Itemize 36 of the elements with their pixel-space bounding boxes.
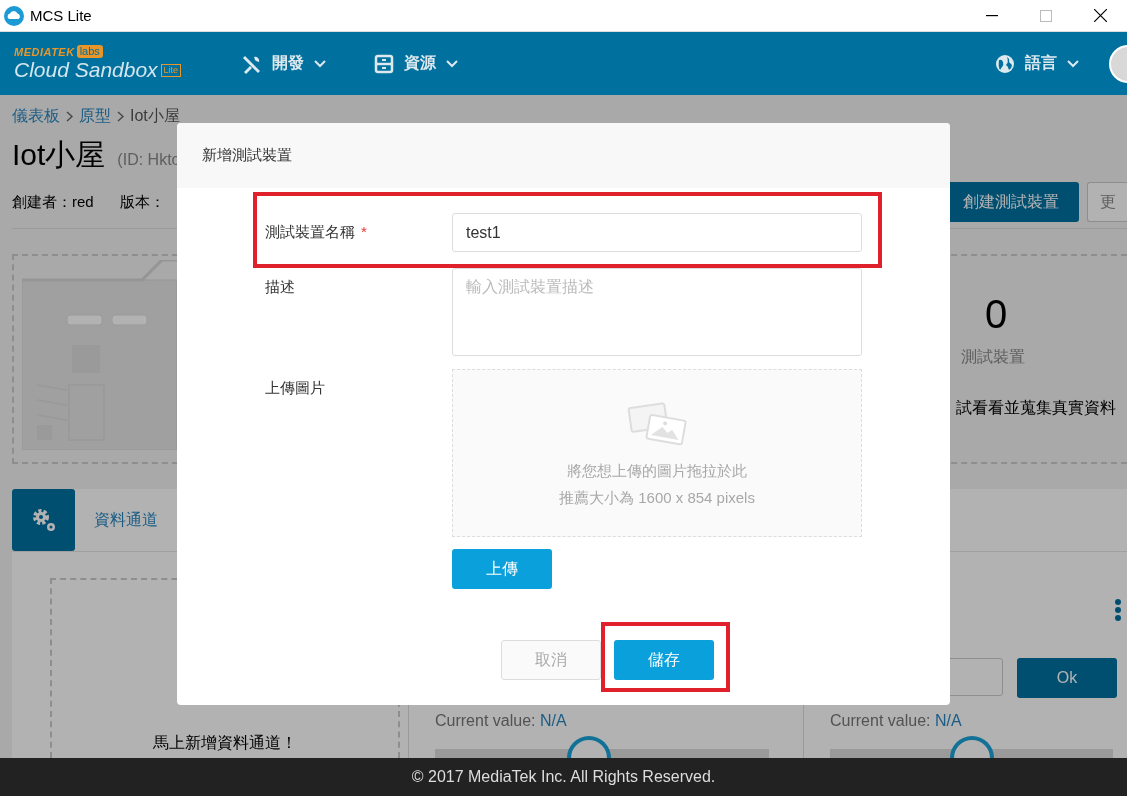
logo-brand: MEDIATEK <box>14 45 75 58</box>
field-label: 測試裝置名稱 <box>265 223 355 242</box>
language-menu[interactable]: 語言 <box>995 53 1079 74</box>
prototype-name: Iot小屋 <box>12 137 106 173</box>
upload-button[interactable]: 上傳 <box>452 549 552 589</box>
drop-instructions: 將您想上傳的圖片拖拉於此 <box>567 462 747 481</box>
version-info: 版本： <box>119 192 165 212</box>
breadcrumb-link[interactable]: 原型 <box>79 105 111 127</box>
device-count-label: 測試裝置 <box>961 347 1025 367</box>
logo-labs: labs <box>76 45 103 58</box>
field-label: 描述 <box>265 278 295 297</box>
current-value: Current value: N/A <box>830 712 963 730</box>
breadcrumb-link[interactable]: 儀表板 <box>12 105 60 127</box>
device-name-field[interactable]: test1 <box>452 213 862 252</box>
device-count: 0 <box>985 292 1008 337</box>
data-channels-tab[interactable]: 資料通道 <box>94 509 158 531</box>
window-title: MCS Lite <box>30 7 93 24</box>
empty-channel-hint: 馬上新增資料通道！ <box>153 733 297 753</box>
ok-button[interactable]: Ok <box>1017 658 1117 698</box>
nav-menu[interactable]: 開發 <box>242 53 326 74</box>
breadcrumb-current: Iot小屋 <box>130 105 180 126</box>
summary-hint: 試看看並蒐集真實資料 <box>956 398 1116 418</box>
modal-title: 新增測試裝置 <box>202 146 292 165</box>
save-button[interactable]: 儲存 <box>614 640 714 680</box>
description-field[interactable]: 輸入測試裝置描述 <box>452 268 862 356</box>
copyright-text: © 2017 MediaTek Inc. All Rights Reserved. <box>411 768 716 786</box>
size-hint: 推薦大小為 1600 x 854 pixels <box>559 489 755 508</box>
logo-badge: Lite <box>160 64 182 77</box>
current-value: Current value: N/A <box>435 712 568 730</box>
logo-product: Cloud Sandbox <box>14 58 158 82</box>
image-drop-zone[interactable]: 將您想上傳的圖片拖拉於此 推薦大小為 1600 x 854 pixels <box>452 369 862 537</box>
more-button[interactable]: 更 <box>1087 182 1127 222</box>
nav-menu[interactable]: 資源 <box>374 53 458 74</box>
field-label: 上傳圖片 <box>265 379 325 398</box>
creator-info: 創建者：red <box>12 192 94 212</box>
required-mark: * <box>361 223 367 242</box>
